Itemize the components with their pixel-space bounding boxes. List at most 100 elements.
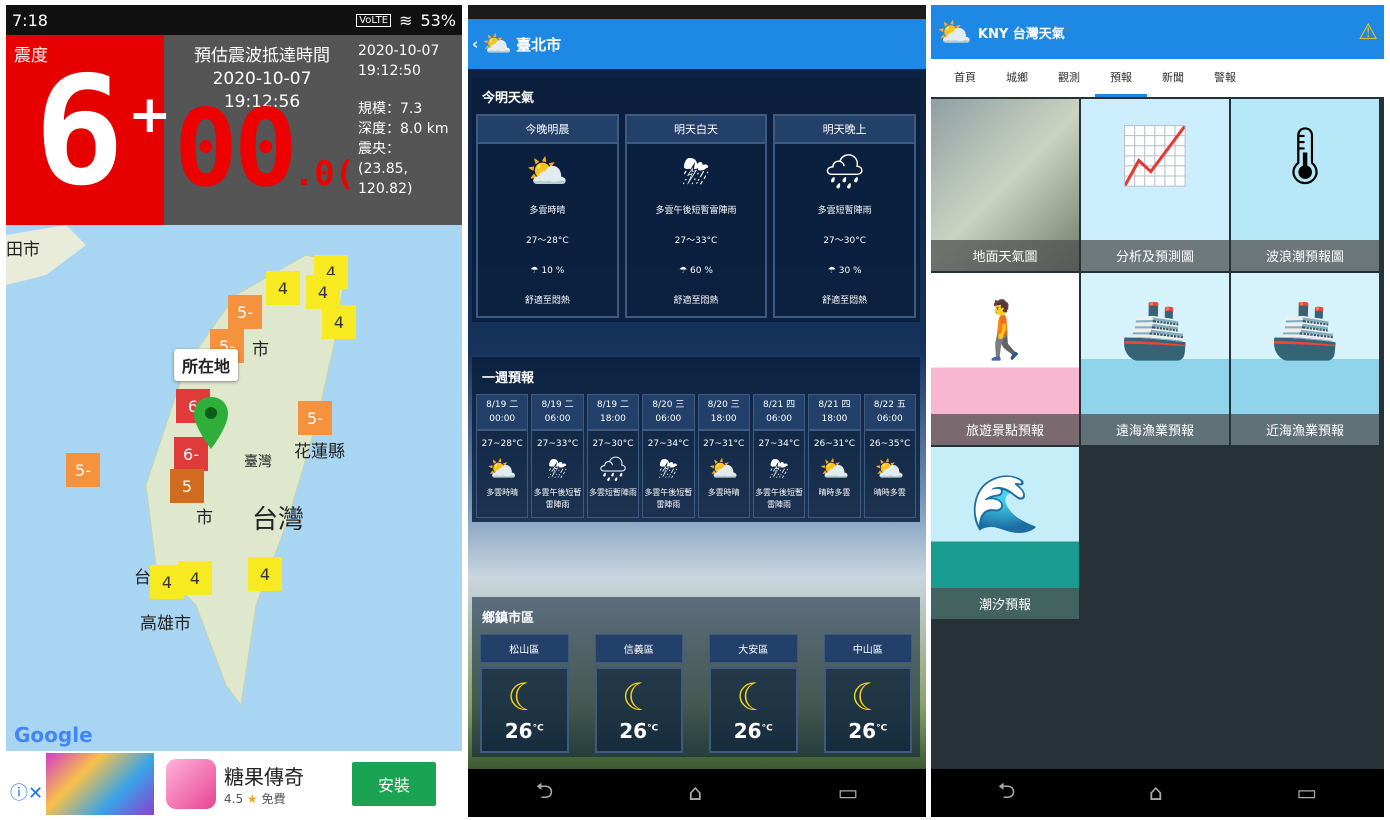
intensity-marker[interactable]: 4 — [178, 561, 212, 595]
today-title: 今明天氣 — [482, 91, 535, 106]
week-desc: 多雲時晴 — [486, 488, 519, 497]
tab-3[interactable]: 預報 — [1095, 59, 1147, 97]
district-col[interactable]: 信義區 ☾ 26°C — [594, 634, 683, 753]
tile-art-icon: 🌊 — [970, 472, 1040, 537]
location-pin-label[interactable]: 所在地 — [174, 349, 239, 381]
week-col[interactable]: 8/19 二 06:00 27~33°C ⛈ 多雲午後短暫雷陣雨 — [531, 394, 584, 518]
recent-apps-icon[interactable]: ▭ — [838, 781, 859, 806]
district-col[interactable]: 中山區 ☾ 26°C — [823, 634, 912, 753]
week-temp: 27~31°C — [703, 439, 745, 449]
back-icon[interactable]: ⮌ — [998, 774, 1016, 812]
ad-text[interactable]: 糖果傳奇 4.5 ★ 免費 — [224, 761, 352, 807]
week-temp: 27~33°C — [536, 439, 579, 449]
today-col-head: 今晚明晨 — [478, 116, 617, 144]
map-label-5: 台灣 — [252, 505, 305, 535]
today-rain: ☂ 60 % — [679, 266, 713, 276]
forecast-tile[interactable]: 🌊 潮汐預報 — [931, 447, 1079, 619]
moon-icon: ☾ — [850, 675, 885, 719]
weather-icon: ⛅ — [874, 455, 905, 483]
today-feel: 舒適至悶熱 — [822, 296, 868, 306]
week-temp: 27~30°C — [592, 439, 634, 449]
tile-label: 地面天氣圖 — [931, 240, 1079, 271]
week-desc: 晴時多雲 — [873, 488, 906, 497]
quake-time: 19:12:50 — [358, 63, 421, 79]
warning-icon[interactable]: ⚠ — [1358, 20, 1378, 45]
intensity-map[interactable]: 田市 市 臺灣 花蓮縣 台灣 市 台南 高雄市 4 4 4 4 5- 5- 5-… — [6, 225, 462, 751]
weather-icon: ⛅ — [819, 455, 850, 483]
week-col[interactable]: 8/22 五 06:00 26~35°C ⛅ 晴時多雲 — [863, 394, 916, 518]
wifi-icon: ≋ — [399, 10, 413, 30]
back-icon[interactable]: ⮌ — [536, 774, 554, 812]
app-title: KNY 台灣天氣 — [977, 26, 1065, 42]
earthquake-screen: 7:18 VoLTE ≋ 53% 震度 6 + 預估震波抵達時間 2020-10… — [6, 5, 462, 817]
home-icon[interactable]: ⌂ — [688, 781, 702, 806]
week-col[interactable]: 8/20 三 18:00 27~31°C ⛅ 多雲時晴 — [697, 394, 750, 518]
today-desc: 多雲午後短暫雷陣雨 — [655, 206, 737, 216]
back-chevron-icon[interactable]: ‹ — [472, 35, 478, 53]
ad-close-icon[interactable]: ⓘ✕ — [10, 779, 43, 805]
today-feel: 舒適至悶熱 — [524, 296, 570, 306]
week-col[interactable]: 8/21 四 18:00 26~31°C ⛅ 晴時多雲 — [808, 394, 861, 518]
week-col[interactable]: 8/20 三 06:00 27~34°C ⛈ 多雲午後短暫雷陣雨 — [642, 394, 695, 518]
today-col[interactable]: 明天晚上 🌧 多雲短暫陣雨 27～30°C ☂ 30 % 舒適至悶熱 — [773, 114, 917, 318]
today-temp: 27～33°C — [674, 236, 718, 246]
forecast-tile[interactable]: 🌡 波浪潮預報圖 — [1231, 99, 1379, 271]
forecast-tile[interactable]: 🚢 近海漁業預報 — [1231, 273, 1379, 445]
forecast-tile[interactable]: 🚢 遠海漁業預報 — [1081, 273, 1229, 445]
district-title: 鄉鎮市區 — [482, 611, 535, 626]
intensity-marker[interactable]: 4 — [306, 275, 340, 309]
tab-1[interactable]: 城鄉 — [991, 59, 1043, 97]
tab-5[interactable]: 警報 — [1199, 59, 1251, 97]
week-col[interactable]: 8/21 四 06:00 27~34°C ⛈ 多雲午後短暫雷陣雨 — [752, 394, 806, 518]
countdown-decimal: .0( — [293, 154, 356, 194]
install-button[interactable]: 安裝 — [351, 762, 436, 806]
district-name: 大安區 — [709, 634, 798, 663]
district-col[interactable]: 松山區 ☾ 26°C — [480, 634, 569, 753]
umbrella-icon: ☂ — [827, 266, 836, 276]
today-temp: 27～30°C — [823, 236, 867, 246]
candy-app-icon[interactable] — [166, 759, 216, 809]
intensity-marker[interactable]: 4 — [322, 305, 356, 339]
ad-banner[interactable]: ⓘ✕ 糖果傳奇 4.5 ★ 免費 安裝 — [6, 751, 462, 817]
tile-label: 潮汐預報 — [931, 588, 1079, 619]
nav-bar: ⮌ ⌂ ▭ — [468, 769, 926, 817]
today-col[interactable]: 今晚明晨 ⛅ 多雲時晴 27～28°C ☂ 10 % 舒適至悶熱 — [476, 114, 619, 318]
intensity-marker[interactable]: 4 — [248, 557, 282, 591]
intensity-marker[interactable]: 5 — [170, 469, 204, 503]
district-col[interactable]: 大安區 ☾ 26°C — [709, 634, 798, 753]
intensity-marker[interactable]: 4 — [266, 271, 300, 305]
intensity-plus: + — [128, 85, 172, 145]
week-desc: 多雲短暫陣雨 — [588, 488, 637, 497]
ad-image[interactable] — [46, 753, 154, 815]
forecast-tile[interactable]: 🚶 旅遊景點預報 — [931, 273, 1079, 445]
status-bar: 7:18 VoLTE ≋ 53% — [6, 5, 462, 35]
forecast-tile[interactable]: 📈 分析及預測圖 — [1081, 99, 1229, 271]
quake-epicenter-lon: 120.82) — [358, 181, 413, 197]
quake-info: 2020-10-07 19:12:50 規模：7.3 深度：8.0 km 震央：… — [358, 41, 462, 199]
tab-4[interactable]: 新聞 — [1147, 59, 1199, 97]
week-col[interactable]: 8/19 二 18:00 27~30°C 🌧 多雲短暫陣雨 — [586, 394, 640, 518]
week-col-head: 8/19 二 18:00 — [587, 395, 639, 431]
district-name: 信義區 — [594, 634, 683, 663]
ad-rating: 4.5 ★ 免費 — [224, 792, 286, 806]
today-card: 今明天氣 今晚明晨 ⛅ 多雲時晴 27～28°C ☂ 10 % 舒適至悶熱 明天… — [472, 77, 920, 322]
intensity-marker[interactable]: 5- — [66, 453, 100, 487]
today-desc: 多雲時晴 — [529, 206, 566, 216]
home-icon[interactable]: ⌂ — [1149, 781, 1163, 806]
recent-apps-icon[interactable]: ▭ — [1296, 781, 1317, 806]
week-col-head: 8/21 四 06:00 — [753, 395, 805, 431]
battery-text: 53% — [420, 10, 456, 30]
intensity-marker[interactable]: 5- — [228, 295, 262, 329]
week-col[interactable]: 8/19 二 00:00 27~28°C ⛅ 多雲時晴 — [476, 394, 529, 518]
week-desc: 多雲午後短暫雷陣雨 — [533, 488, 582, 509]
location-pin-icon[interactable] — [194, 397, 228, 449]
tile-grid: 地面天氣圖 📈 分析及預測圖 🌡 波浪潮預報圖 🚶 旅遊景點預報 🚢 遠海漁業預報 🚢 近海漁業預報… — [931, 99, 1384, 619]
today-col[interactable]: 明天白天 ⛈ 多雲午後短暫雷陣雨 27～33°C ☂ 60 % 舒適至悶熱 — [624, 114, 768, 318]
status-time: 7:18 — [12, 10, 48, 30]
intensity-marker[interactable]: 5- — [298, 401, 332, 435]
earthquake-panel: 震度 6 + 預估震波抵達時間 2020-10-07 19:12:56 00.0… — [6, 35, 462, 225]
tab-0[interactable]: 首頁 — [939, 59, 991, 97]
tab-2[interactable]: 觀測 — [1043, 59, 1095, 97]
forecast-tile[interactable]: 地面天氣圖 — [931, 99, 1079, 271]
map-label-8: 高雄市 — [140, 614, 191, 634]
